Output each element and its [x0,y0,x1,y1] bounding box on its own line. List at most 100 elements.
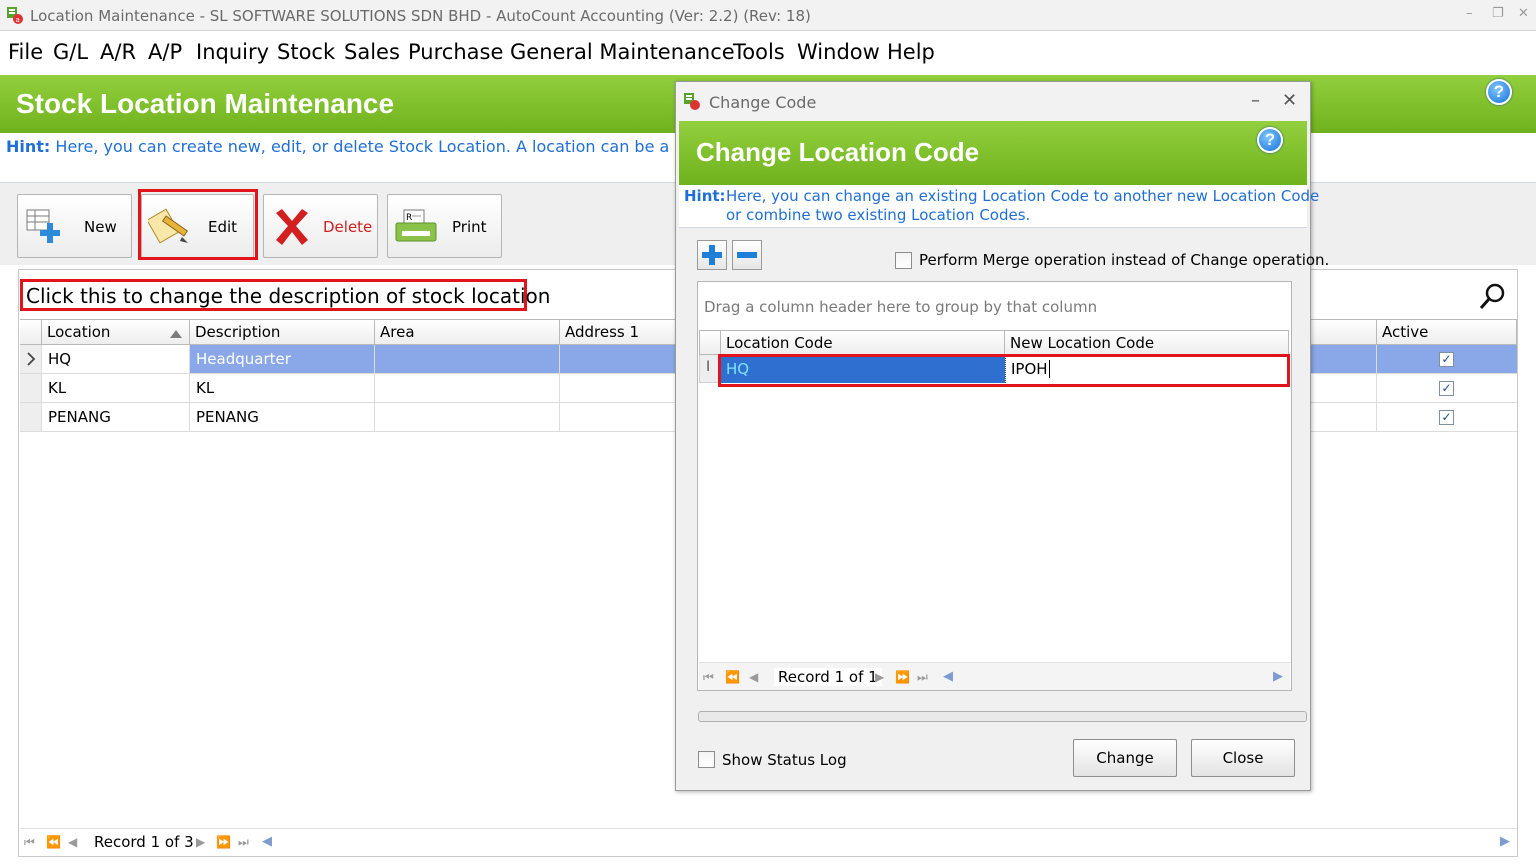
active-checkbox[interactable]: ✓ [1439,352,1454,367]
row-indicator [20,403,42,431]
nav-last-icon[interactable]: ⏭ [238,835,249,850]
dialog-help-icon[interactable]: ? [1257,127,1283,153]
row-indicator-header [20,319,42,345]
hint-body: Here, you can create new, edit, or delet… [55,137,759,156]
restore-icon[interactable]: ❐ [1492,6,1504,21]
menu-sales[interactable]: Sales [344,40,400,64]
new-button[interactable]: New [17,194,132,258]
cell-active[interactable]: ✓ [1377,374,1517,402]
column-header-location[interactable]: Location [42,319,190,345]
dialog-nav-prev-page-icon[interactable]: ⏪ [725,670,740,684]
show-status-log-checkbox[interactable] [698,751,715,768]
column-header-active[interactable]: Active [1377,319,1517,345]
minus-icon [737,252,757,258]
nav-next-page-icon[interactable]: ⏩ [216,835,231,849]
dialog-nav-last-icon[interactable]: ⏭ [917,670,928,685]
dialog-grid-navigator: ⏮ ⏪ ◀ Record 1 of 1 ▶ ⏩ ⏭ ◀ ▶ [699,662,1290,690]
cell-location[interactable]: HQ [42,345,190,373]
remove-row-button[interactable] [732,240,762,270]
merge-checkbox[interactable] [895,252,912,269]
delete-button[interactable]: Delete [263,194,378,258]
cell-hidden[interactable] [1310,403,1377,431]
dialog-title: Change Code [709,93,817,112]
edit-highlight-box [138,189,258,260]
cell-location[interactable]: KL [42,374,190,402]
dialog-app-icon [683,92,701,114]
menu-general-maintenance[interactable]: General Maintenance [510,40,735,64]
cell-address1[interactable] [560,374,680,402]
cell-address1[interactable] [560,403,680,431]
cell-active[interactable]: ✓ [1377,345,1517,373]
dialog-record-counter: Record 1 of 1 [774,668,882,686]
cell-description[interactable]: KL [190,374,375,402]
menu-ap[interactable]: A/P [148,40,182,64]
minimize-icon[interactable]: – [1466,6,1473,21]
new-label: New [84,218,117,236]
cell-address1[interactable] [560,345,680,373]
scroll-right-icon[interactable]: ▶ [1500,834,1510,849]
dialog-close-icon[interactable]: ✕ [1282,90,1297,111]
dialog-nav-first-icon[interactable]: ⏮ [703,670,714,685]
dialog-nav-prev-icon[interactable]: ◀ [749,670,758,684]
menu-stock[interactable]: Stock [277,40,335,64]
column-header-description[interactable]: Description [190,319,375,345]
cell-area[interactable] [375,403,560,431]
help-icon[interactable]: ? [1486,79,1512,105]
row-indicator [20,374,42,402]
menu-gl[interactable]: G/L [53,40,88,64]
nav-prev-icon[interactable]: ◀ [68,835,77,849]
dialog-scroll-right-icon[interactable]: ▶ [1273,669,1283,684]
cell-area[interactable] [375,345,560,373]
nav-next-icon[interactable]: ▶ [196,835,205,849]
menu-tools[interactable]: Tools [733,40,785,64]
column-location-label: Location [47,323,111,341]
dialog-nav-next-icon[interactable]: ▶ [875,670,884,684]
page-title: Stock Location Maintenance [16,88,395,119]
print-label: Print [452,218,487,236]
nav-first-icon[interactable]: ⏮ [24,835,35,850]
cell-description[interactable]: Headquarter [190,345,375,373]
print-report-icon: R [394,209,438,249]
cell-active[interactable]: ✓ [1377,403,1517,431]
menu-file[interactable]: File [8,40,43,64]
dialog-minimize-icon[interactable]: – [1251,90,1260,111]
menu-window[interactable]: Window [797,40,880,64]
print-button[interactable]: R Print [387,194,502,258]
plus-icon [702,245,722,265]
cell-hidden[interactable] [1310,374,1377,402]
cell-hidden[interactable] [1310,345,1377,373]
progress-bar [698,711,1307,722]
change-button[interactable]: Change [1073,739,1177,777]
close-button[interactable]: Close [1191,739,1295,777]
cell-location[interactable]: PENANG [42,403,190,431]
column-header-address1[interactable]: Address 1 [560,319,680,345]
column-header-location-code[interactable]: Location Code [721,330,1005,355]
autocount-app-icon: a [6,6,24,24]
cell-description[interactable]: PENANG [190,403,375,431]
menu-help[interactable]: Help [887,40,935,64]
search-icon[interactable] [1478,281,1508,315]
cell-area[interactable] [375,374,560,402]
menu-inquiry[interactable]: Inquiry [196,40,269,64]
row-highlight-box [718,354,1290,387]
merge-label: Perform Merge operation instead of Chang… [919,251,1330,269]
nav-prev-page-icon[interactable]: ⏪ [46,835,61,849]
active-checkbox[interactable]: ✓ [1439,410,1454,425]
dialog-nav-next-page-icon[interactable]: ⏩ [895,670,910,684]
close-icon[interactable]: ✕ [1518,6,1529,21]
scroll-left-icon[interactable]: ◀ [262,834,272,849]
menu-ar[interactable]: A/R [100,40,136,64]
menu-purchase[interactable]: Purchase [408,40,503,64]
dialog-hint-line1: Here, you can change an existing Locatio… [726,187,1320,205]
group-by-hint: Drag a column header here to group by th… [704,298,1098,316]
column-header-new-location-code[interactable]: New Location Code [1005,330,1289,355]
active-checkbox[interactable]: ✓ [1439,381,1454,396]
dialog-scroll-left-icon[interactable]: ◀ [943,669,953,684]
add-row-button[interactable] [697,240,727,270]
grid-navigator: ⏮ ⏪ ◀ Record 1 of 3 ▶ ⏩ ⏭ ◀ ▶ [20,828,1517,856]
hint-text: Hint: Here, you can create new, edit, or… [6,137,758,156]
row-indicator [20,345,42,373]
show-status-log-label: Show Status Log [722,751,847,769]
column-header-area[interactable]: Area [375,319,560,345]
sort-ascending-icon [169,325,183,343]
